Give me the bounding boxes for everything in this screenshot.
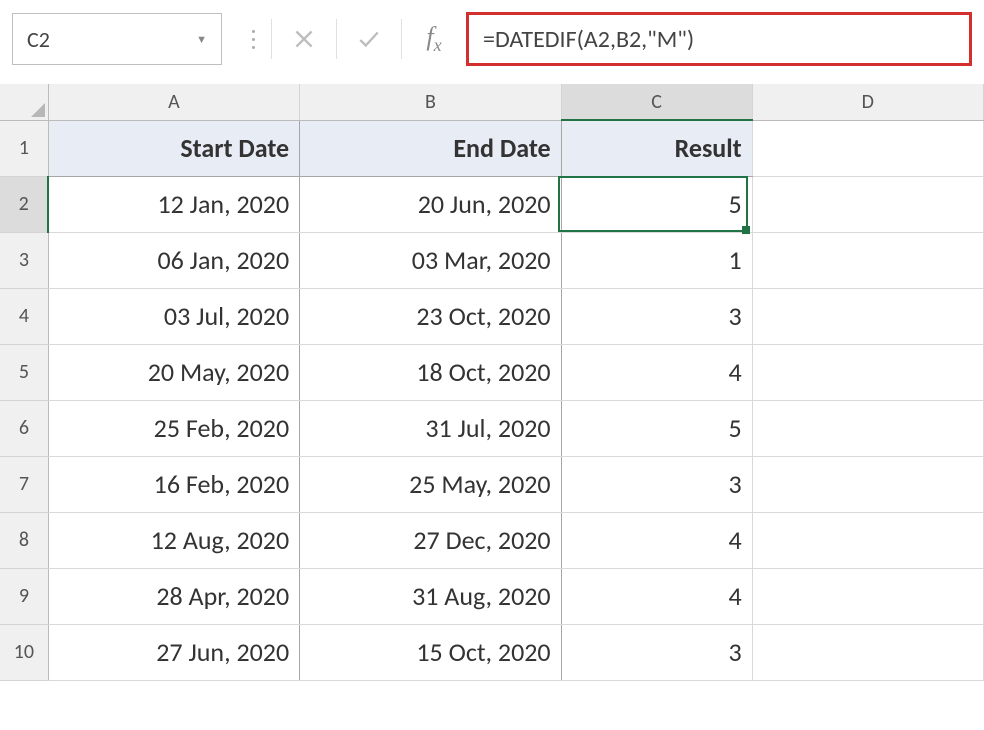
name-box[interactable]: C2 ▼ <box>12 13 222 65</box>
table-row: 9 28 Apr, 2020 31 Aug, 2020 4 <box>0 568 984 624</box>
cell-C1[interactable]: Result <box>561 120 752 176</box>
table-row: 7 16 Feb, 2020 25 May, 2020 3 <box>0 456 984 512</box>
cell-A9[interactable]: 28 Apr, 2020 <box>48 568 299 624</box>
name-box-value: C2 <box>27 26 50 53</box>
insert-function-button[interactable]: fx <box>408 13 460 65</box>
cell-B10[interactable]: 15 Oct, 2020 <box>300 624 561 680</box>
cell-D9[interactable] <box>752 568 983 624</box>
cell-A6[interactable]: 25 Feb, 2020 <box>48 400 299 456</box>
cell-A3[interactable]: 06 Jan, 2020 <box>48 232 299 288</box>
column-header-row: A B C D <box>0 84 984 120</box>
table-row: 3 06 Jan, 2020 03 Mar, 2020 1 <box>0 232 984 288</box>
row-header-5[interactable]: 5 <box>0 344 48 400</box>
cell-A8[interactable]: 12 Aug, 2020 <box>48 512 299 568</box>
cell-A4[interactable]: 03 Jul, 2020 <box>48 288 299 344</box>
cell-C6[interactable]: 5 <box>561 400 752 456</box>
cell-C5[interactable]: 4 <box>561 344 752 400</box>
table-row: 4 03 Jul, 2020 23 Oct, 2020 3 <box>0 288 984 344</box>
cell-A2[interactable]: 12 Jan, 2020 <box>48 176 299 232</box>
table-row: 10 27 Jun, 2020 15 Oct, 2020 3 <box>0 624 984 680</box>
row-header-7[interactable]: 7 <box>0 456 48 512</box>
cell-B2[interactable]: 20 Jun, 2020 <box>300 176 561 232</box>
cell-B3[interactable]: 03 Mar, 2020 <box>300 232 561 288</box>
divider <box>271 19 272 59</box>
cancel-button[interactable] <box>278 13 330 65</box>
confirm-button[interactable] <box>343 13 395 65</box>
row-header-6[interactable]: 6 <box>0 400 48 456</box>
formula-text: =DATEDIF(A2,B2,"M") <box>483 25 694 54</box>
table-row: 5 20 May, 2020 18 Oct, 2020 4 <box>0 344 984 400</box>
cell-C8[interactable]: 4 <box>561 512 752 568</box>
cell-B1[interactable]: End Date <box>300 120 561 176</box>
x-icon <box>291 26 317 52</box>
table-row: 2 12 Jan, 2020 20 Jun, 2020 5 <box>0 176 984 232</box>
cell-C3[interactable]: 1 <box>561 232 752 288</box>
check-icon <box>356 26 382 52</box>
cell-C10[interactable]: 3 <box>561 624 752 680</box>
cell-D2[interactable] <box>752 176 983 232</box>
column-header-B[interactable]: B <box>300 84 561 120</box>
cell-B8[interactable]: 27 Dec, 2020 <box>300 512 561 568</box>
cell-D1[interactable] <box>752 120 983 176</box>
cell-B4[interactable]: 23 Oct, 2020 <box>300 288 561 344</box>
cell-D5[interactable] <box>752 344 983 400</box>
chevron-down-icon[interactable]: ▼ <box>196 33 207 46</box>
cell-D3[interactable] <box>752 232 983 288</box>
formula-bar: C2 ▼ fx =DATEDIF(A2,B2,"M") <box>0 0 984 84</box>
cell-B5[interactable]: 18 Oct, 2020 <box>300 344 561 400</box>
cell-A10[interactable]: 27 Jun, 2020 <box>48 624 299 680</box>
table-row: 1 Start Date End Date Result <box>0 120 984 176</box>
cell-D7[interactable] <box>752 456 983 512</box>
row-header-9[interactable]: 9 <box>0 568 48 624</box>
cell-B9[interactable]: 31 Aug, 2020 <box>300 568 561 624</box>
expand-handle-icon[interactable] <box>242 30 265 49</box>
cell-C9[interactable]: 4 <box>561 568 752 624</box>
row-header-3[interactable]: 3 <box>0 232 48 288</box>
row-header-2[interactable]: 2 <box>0 176 48 232</box>
row-header-10[interactable]: 10 <box>0 624 48 680</box>
select-all-button[interactable] <box>0 84 48 120</box>
cell-C4[interactable]: 3 <box>561 288 752 344</box>
cell-B7[interactable]: 25 May, 2020 <box>300 456 561 512</box>
spreadsheet-grid[interactable]: A B C D 1 Start Date End Date Result 2 1… <box>0 84 984 681</box>
cell-D6[interactable] <box>752 400 983 456</box>
cell-A1[interactable]: Start Date <box>48 120 299 176</box>
divider <box>336 19 337 59</box>
cell-D10[interactable] <box>752 624 983 680</box>
cell-A5[interactable]: 20 May, 2020 <box>48 344 299 400</box>
column-header-C[interactable]: C <box>561 84 752 120</box>
cell-B6[interactable]: 31 Jul, 2020 <box>300 400 561 456</box>
divider <box>401 19 402 59</box>
cell-C7[interactable]: 3 <box>561 456 752 512</box>
cell-A7[interactable]: 16 Feb, 2020 <box>48 456 299 512</box>
row-header-4[interactable]: 4 <box>0 288 48 344</box>
cell-C2[interactable]: 5 <box>561 176 752 232</box>
cell-D4[interactable] <box>752 288 983 344</box>
column-header-A[interactable]: A <box>48 84 299 120</box>
row-header-8[interactable]: 8 <box>0 512 48 568</box>
cell-D8[interactable] <box>752 512 983 568</box>
column-header-D[interactable]: D <box>752 84 983 120</box>
row-header-1[interactable]: 1 <box>0 120 48 176</box>
formula-input[interactable]: =DATEDIF(A2,B2,"M") <box>466 12 972 66</box>
fx-icon: fx <box>426 22 441 56</box>
table-row: 6 25 Feb, 2020 31 Jul, 2020 5 <box>0 400 984 456</box>
table-row: 8 12 Aug, 2020 27 Dec, 2020 4 <box>0 512 984 568</box>
